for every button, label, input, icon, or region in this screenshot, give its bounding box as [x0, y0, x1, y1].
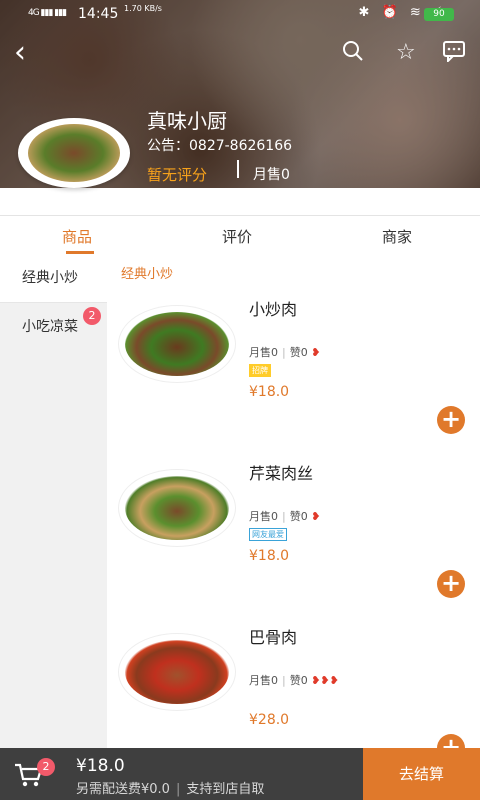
- status-bar: 4G ▮▮▮ ▮▮▮ 14:45 1.70 KB/s ✱ ⏰ ≋ ⚡ 90: [0, 4, 480, 26]
- dish-tag: 招牌: [249, 364, 271, 377]
- sidebar-item-snacks-cold-dishes[interactable]: 小吃凉菜 2: [0, 302, 107, 351]
- product-list: 经典小炒 小炒肉 月售0 | 赞0 ❥ 招牌 ¥18.0 + 芹菜肉丝 月售0 | 赞0…: [107, 254, 480, 748]
- category-sidebar: 经典小炒 小吃凉菜 2: [0, 254, 107, 748]
- dish-likes: 赞0: [289, 346, 308, 359]
- dish-likes: 赞0: [289, 510, 308, 523]
- checkout-button[interactable]: 去结算: [363, 748, 480, 800]
- cart-bar: 2 ¥18.0 另需配送费¥0.0 | 支持到店自取 去结算: [0, 748, 480, 800]
- dish-price: ¥18.0: [249, 384, 290, 400]
- chili-pepper-icon: ❥: [311, 346, 321, 359]
- sidebar-count-badge: 2: [83, 307, 101, 325]
- dish-likes: 赞0: [289, 674, 308, 687]
- dish-stats: 月售0 | 赞0 ❥❥❥: [249, 674, 339, 687]
- dish-sales: 月售0: [249, 674, 278, 687]
- back-icon[interactable]: ‹: [14, 38, 26, 68]
- dish-tag: 网友最爱: [249, 528, 287, 541]
- dish-price: ¥18.0: [249, 548, 290, 564]
- chili-pepper-icon: ❥❥❥: [311, 674, 339, 687]
- section-title: 经典小炒: [121, 267, 174, 282]
- search-icon[interactable]: [342, 40, 364, 69]
- signal-icon: 4G ▮▮▮ ▮▮▮: [28, 8, 67, 18]
- shop-logo-image: [18, 118, 130, 188]
- list-item[interactable]: 芹菜肉丝 月售0 | 赞0 ❥ 网友最爱 ¥18.0 +: [107, 452, 480, 612]
- tab-merchant[interactable]: 商家: [382, 226, 412, 247]
- shop-name: 真味小厨: [147, 109, 227, 133]
- dish-stats: 月售0 | 赞0 ❥: [249, 510, 321, 523]
- dish-sales: 月售0: [249, 510, 278, 523]
- dish-image: [119, 634, 235, 710]
- sidebar-item-label: 小吃凉菜: [22, 319, 78, 335]
- top-navigation-bar: ‹ ☆: [0, 38, 480, 69]
- dish-price: ¥28.0: [249, 712, 290, 728]
- dish-name: 芹菜肉丝: [249, 464, 314, 483]
- dish-sales: 月售0: [249, 346, 278, 359]
- list-item[interactable]: 小炒肉 月售0 | 赞0 ❥ 招牌 ¥18.0 +: [107, 288, 480, 448]
- list-item[interactable]: 巴骨肉 月售0 | 赞0 ❥❥❥ ¥28.0 +: [107, 616, 480, 748]
- shop-monthly-sales: 月售0: [253, 167, 290, 183]
- add-to-cart-button[interactable]: +: [437, 570, 465, 598]
- add-to-cart-button[interactable]: +: [437, 734, 465, 748]
- sidebar-item-label: 经典小炒: [22, 270, 78, 286]
- cart-total: ¥18.0: [76, 756, 125, 776]
- chili-pepper-icon: ❥: [311, 510, 321, 523]
- shop-rating: 暂无评分: [147, 166, 208, 184]
- pickup-support: 支持到店自取: [186, 782, 265, 797]
- add-to-cart-button[interactable]: +: [437, 406, 465, 434]
- dish-image: [119, 470, 235, 546]
- battery-icon: 90: [424, 8, 454, 21]
- tab-bar: 商品 评价 商家: [0, 215, 480, 255]
- favorite-star-icon[interactable]: ☆: [396, 40, 416, 66]
- header-divider: [237, 160, 239, 178]
- network-speed: 1.70 KB/s: [124, 4, 162, 13]
- dish-name: 巴骨肉: [249, 628, 298, 647]
- tab-products[interactable]: 商品: [62, 226, 92, 247]
- delivery-info: 另需配送费¥0.0 | 支持到店自取: [76, 782, 265, 797]
- cart-count-badge: 2: [37, 758, 55, 776]
- status-time: 14:45: [78, 6, 119, 22]
- delivery-fee: 另需配送费¥0.0: [76, 782, 170, 797]
- message-icon[interactable]: [442, 40, 466, 69]
- sidebar-item-classic-stirfry[interactable]: 经典小炒: [0, 254, 107, 302]
- tab-reviews[interactable]: 评价: [222, 226, 252, 247]
- dish-image: [119, 306, 235, 382]
- dish-name: 小炒肉: [249, 300, 298, 319]
- shop-notice: 公告：0827-8626166: [147, 138, 293, 154]
- dish-stats: 月售0 | 赞0 ❥: [249, 346, 321, 359]
